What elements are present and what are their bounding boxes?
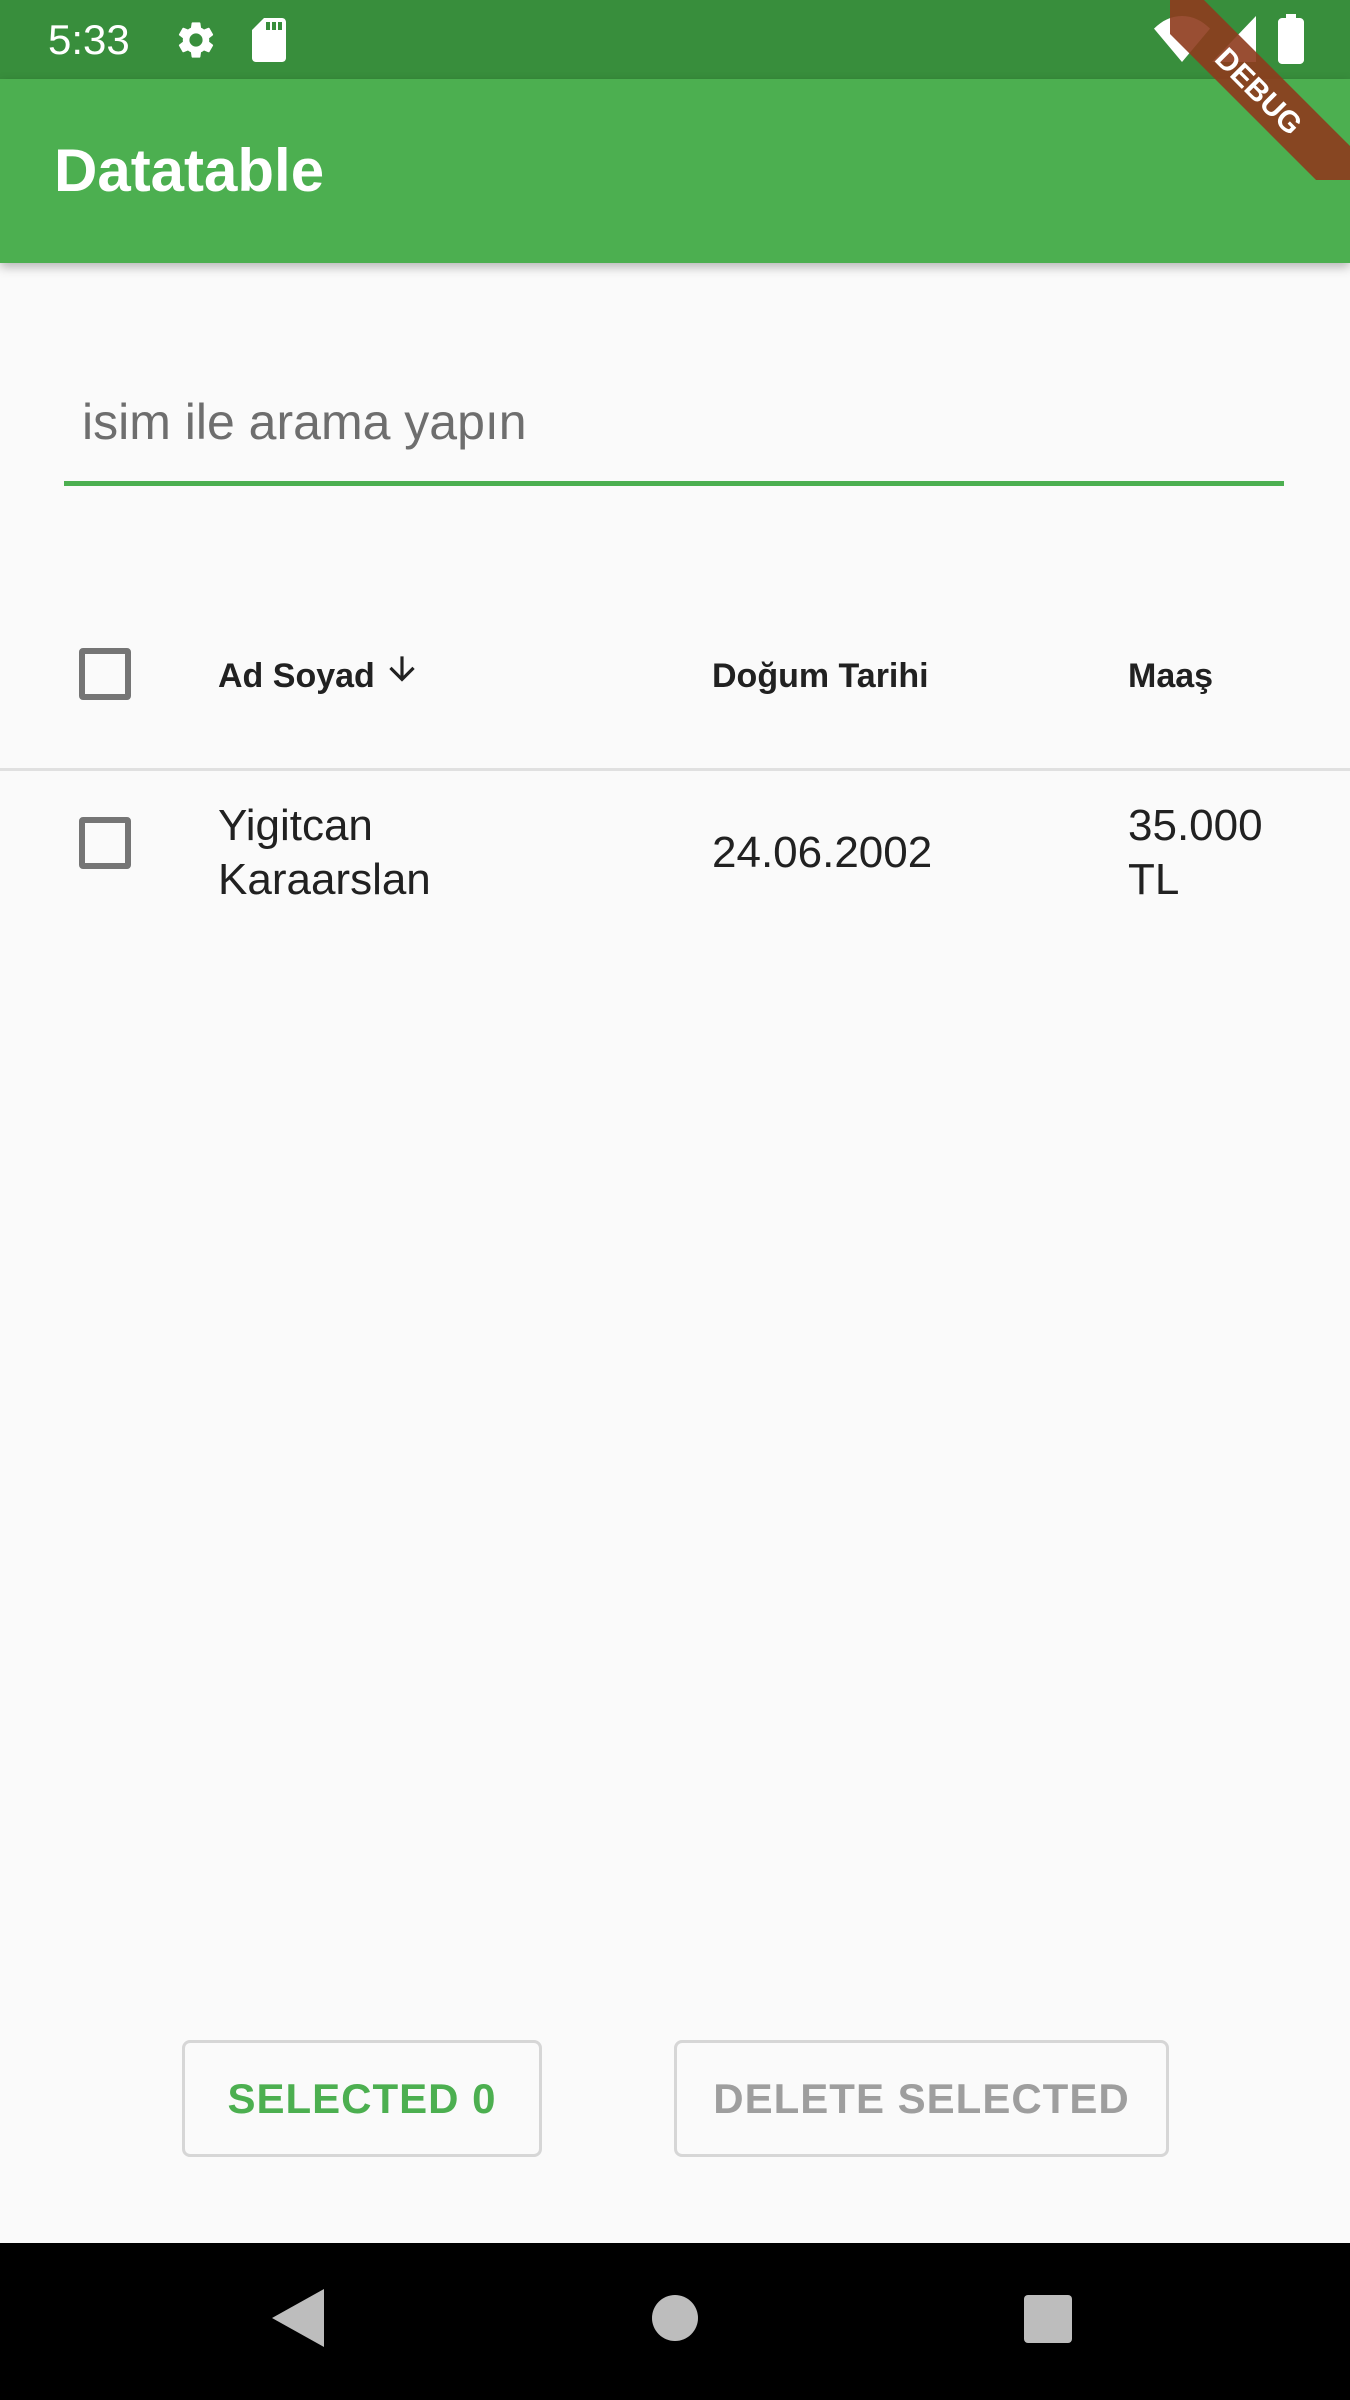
- home-icon[interactable]: [650, 2293, 700, 2348]
- recents-icon[interactable]: [1024, 2295, 1072, 2348]
- app-title: Datatable: [54, 137, 325, 204]
- cell-name-line1: Yigitcan: [218, 801, 373, 850]
- column-header-salary[interactable]: Maaş: [1128, 654, 1213, 698]
- cell-birth-date: 24.06.2002: [712, 828, 933, 877]
- cell-salary-line2: TL: [1128, 855, 1180, 904]
- delete-selected-button[interactable]: DELETE SELECTED: [674, 2040, 1169, 2157]
- back-icon[interactable]: [272, 2289, 324, 2352]
- search-underline: [64, 481, 1284, 486]
- row-checkbox[interactable]: [79, 817, 131, 869]
- status-time: 5:33: [48, 16, 130, 63]
- debug-banner: DEBUG: [1170, 0, 1350, 180]
- cell-salary: 35.000 TL: [1128, 799, 1263, 907]
- cell-salary-line1: 35.000: [1128, 801, 1263, 850]
- arrow-down-icon: [383, 650, 421, 699]
- data-table: Ad Soyad Doğum Tarihi Maaş Yigitcan Kara…: [0, 610, 1350, 941]
- settings-icon: [174, 18, 218, 67]
- table-header-row: Ad Soyad Doğum Tarihi Maaş: [0, 610, 1350, 771]
- table-row[interactable]: Yigitcan Karaarslan 24.06.2002 35.000 TL: [0, 771, 1350, 941]
- cell-name: Yigitcan Karaarslan: [218, 799, 431, 907]
- search-input[interactable]: [64, 360, 1284, 484]
- select-all-checkbox[interactable]: [79, 648, 131, 700]
- navigation-bar: [0, 2243, 1350, 2400]
- column-header-birth-date[interactable]: Doğum Tarihi: [712, 654, 929, 698]
- cell-name-line2: Karaarslan: [218, 855, 431, 904]
- column-header-name-label: Ad Soyad: [218, 657, 375, 695]
- status-bar: 5:33: [0, 0, 1350, 79]
- selected-count-button[interactable]: SELECTED 0: [182, 2040, 542, 2157]
- app-bar: Datatable: [0, 79, 1350, 263]
- search-field[interactable]: [64, 360, 1284, 490]
- sd-card-icon: [250, 18, 290, 67]
- column-header-name[interactable]: Ad Soyad: [218, 654, 421, 699]
